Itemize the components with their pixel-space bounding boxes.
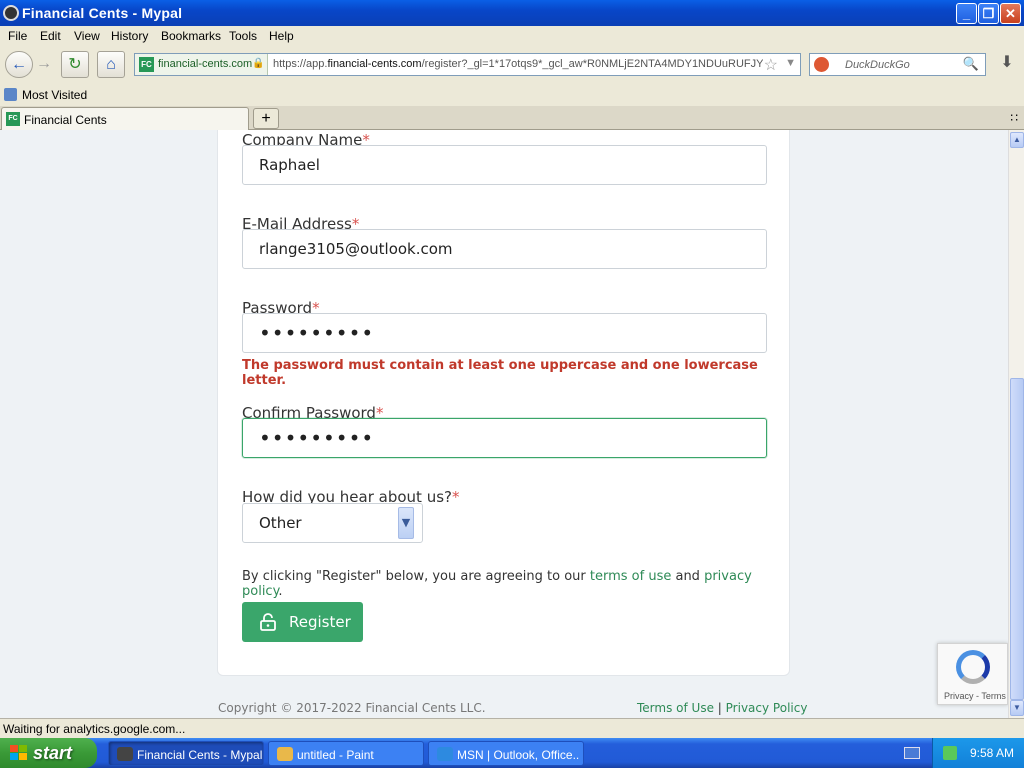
bookmark-star-icon[interactable]: ☆ — [764, 55, 778, 75]
recaptcha-icon — [956, 650, 990, 684]
confirm-password-field[interactable]: ••••••••• — [242, 418, 767, 458]
duckduckgo-icon[interactable] — [814, 57, 829, 72]
copyright-text: Copyright © 2017-2022 Financial Cents LL… — [218, 701, 486, 715]
home-icon[interactable]: ⌂ — [97, 51, 125, 78]
taskbar: start Financial Cents - Mypal untitled -… — [0, 738, 1024, 768]
tab-financial-cents[interactable]: FC Financial Cents — [1, 107, 249, 130]
start-label: start — [33, 743, 73, 763]
status-text: Waiting for analytics.google.com... — [3, 722, 186, 736]
footer-separator: | — [717, 701, 722, 715]
url-dropdown-icon[interactable]: ▼ — [785, 57, 796, 69]
menu-edit[interactable]: Edit — [40, 29, 61, 43]
reload-icon[interactable]: ↻ — [61, 51, 89, 78]
chevron-down-icon[interactable]: ▼ — [398, 507, 414, 539]
minimize-button[interactable]: _ — [956, 3, 977, 24]
taskbar-item-msn[interactable]: MSN | Outlook, Office... — [428, 741, 584, 766]
footer-terms-link[interactable]: Terms of Use — [637, 701, 714, 715]
search-placeholder: DuckDuckGo — [845, 59, 910, 71]
agreement-prefix: By clicking "Register" below, you are ag… — [242, 569, 590, 584]
taskbar-item-label: Financial Cents - Mypal — [137, 748, 263, 762]
maximize-button[interactable]: ❐ — [978, 3, 999, 24]
taskbar-item-browser[interactable]: Financial Cents - Mypal — [108, 741, 264, 766]
start-button[interactable]: start — [0, 738, 97, 768]
back-arrow-icon[interactable]: ← — [5, 51, 33, 78]
keyboard-icon[interactable] — [904, 747, 920, 759]
scroll-down-icon[interactable]: ▼ — [1010, 700, 1024, 716]
taskbar-item-paint[interactable]: untitled - Paint — [268, 741, 424, 766]
lock-icon: 🔒 — [252, 58, 265, 69]
bookmark-most-visited[interactable]: Most Visited — [22, 88, 87, 102]
status-bar: Waiting for analytics.google.com... — [0, 718, 1024, 738]
url-text[interactable]: https://app.financial-cents.com/register… — [273, 58, 763, 70]
new-tab-plus-icon[interactable]: + — [253, 108, 279, 129]
unlock-icon — [260, 613, 276, 631]
window-titlebar[interactable]: Financial Cents - Mypal _ ❐ ✕ — [0, 0, 1024, 26]
footer-links: Terms of Use | Privacy Policy — [637, 701, 807, 715]
internet-explorer-icon — [437, 747, 453, 761]
most-visited-icon — [4, 88, 17, 101]
tab-favicon-icon: FC — [6, 112, 20, 126]
menu-bar: File Edit View History Bookmarks Tools H… — [0, 26, 1024, 46]
referral-source-value: Other — [259, 514, 302, 532]
bookmarks-bar: Most Visited — [0, 84, 1024, 106]
scrollbar-thumb[interactable] — [1010, 378, 1024, 700]
close-button[interactable]: ✕ — [1000, 3, 1021, 24]
search-icon[interactable]: 🔍 — [963, 56, 979, 72]
paint-icon — [277, 747, 293, 761]
tab-label: Financial Cents — [24, 113, 107, 127]
agreement-suffix: . — [278, 584, 283, 599]
register-button-label: Register — [289, 613, 351, 631]
taskbar-item-label: untitled - Paint — [297, 748, 374, 762]
browser-app-icon — [3, 5, 19, 21]
tab-bar: FC Financial Cents + ∷ — [0, 106, 1024, 130]
network-icon[interactable] — [943, 746, 957, 760]
scroll-up-icon[interactable]: ▲ — [1010, 132, 1024, 148]
recaptcha-badge[interactable]: Privacy - Terms — [937, 643, 1008, 705]
tab-list-icon[interactable]: ∷ — [1010, 111, 1018, 125]
register-form-card: Company Name* Raphael E-Mail Address* rl… — [217, 130, 790, 676]
site-identity[interactable]: FC financial-cents.com 🔒 — [135, 54, 268, 75]
terms-of-use-link[interactable]: terms of use — [590, 569, 671, 584]
site-favicon-icon: FC — [139, 57, 154, 72]
site-identity-domain: financial-cents.com — [158, 58, 253, 70]
password-error-message: The password must contain at least one u… — [242, 358, 758, 388]
clock[interactable]: 9:58 AM — [970, 746, 1014, 760]
url-bar[interactable]: FC financial-cents.com 🔒 https://app.fin… — [134, 53, 801, 76]
password-field[interactable]: ••••••••• — [242, 313, 767, 353]
agreement-and: and — [671, 569, 705, 584]
agreement-text: By clicking "Register" below, you are ag… — [242, 569, 789, 599]
download-icon[interactable]: ⬇ — [994, 52, 1020, 76]
window-title: Financial Cents - Mypal — [22, 5, 183, 21]
browser-taskbar-icon — [117, 747, 133, 761]
company-name-field[interactable]: Raphael — [242, 145, 767, 185]
menu-view[interactable]: View — [74, 29, 100, 43]
referral-source-select[interactable]: Other ▼ — [242, 503, 423, 543]
menu-history[interactable]: History — [111, 29, 148, 43]
required-mark: * — [452, 488, 460, 506]
url-domain: financial-cents.com — [327, 58, 422, 70]
recaptcha-links[interactable]: Privacy - Terms — [944, 691, 1006, 701]
forward-arrow-icon[interactable]: → — [34, 51, 54, 78]
system-tray: 9:58 AM — [932, 738, 1024, 768]
email-field[interactable]: rlange3105@outlook.com — [242, 229, 767, 269]
url-path: /register?_gl=1*17otqs9*_gcl_aw*R0NMLjE2… — [421, 58, 763, 70]
menu-tools[interactable]: Tools — [229, 29, 257, 43]
menu-file[interactable]: File — [8, 29, 27, 43]
vertical-scrollbar[interactable]: ▲ ▼ — [1008, 130, 1024, 718]
search-box[interactable]: DuckDuckGo 🔍 — [809, 53, 986, 76]
footer-privacy-link[interactable]: Privacy Policy — [726, 701, 808, 715]
page-viewport: Company Name* Raphael E-Mail Address* rl… — [0, 130, 1008, 718]
url-prefix: https://app. — [273, 58, 328, 70]
register-button[interactable]: Register — [242, 602, 363, 642]
menu-help[interactable]: Help — [269, 29, 294, 43]
windows-logo-icon — [10, 745, 27, 760]
taskbar-item-label: MSN | Outlook, Office... — [457, 748, 579, 762]
menu-bookmarks[interactable]: Bookmarks — [161, 29, 221, 43]
